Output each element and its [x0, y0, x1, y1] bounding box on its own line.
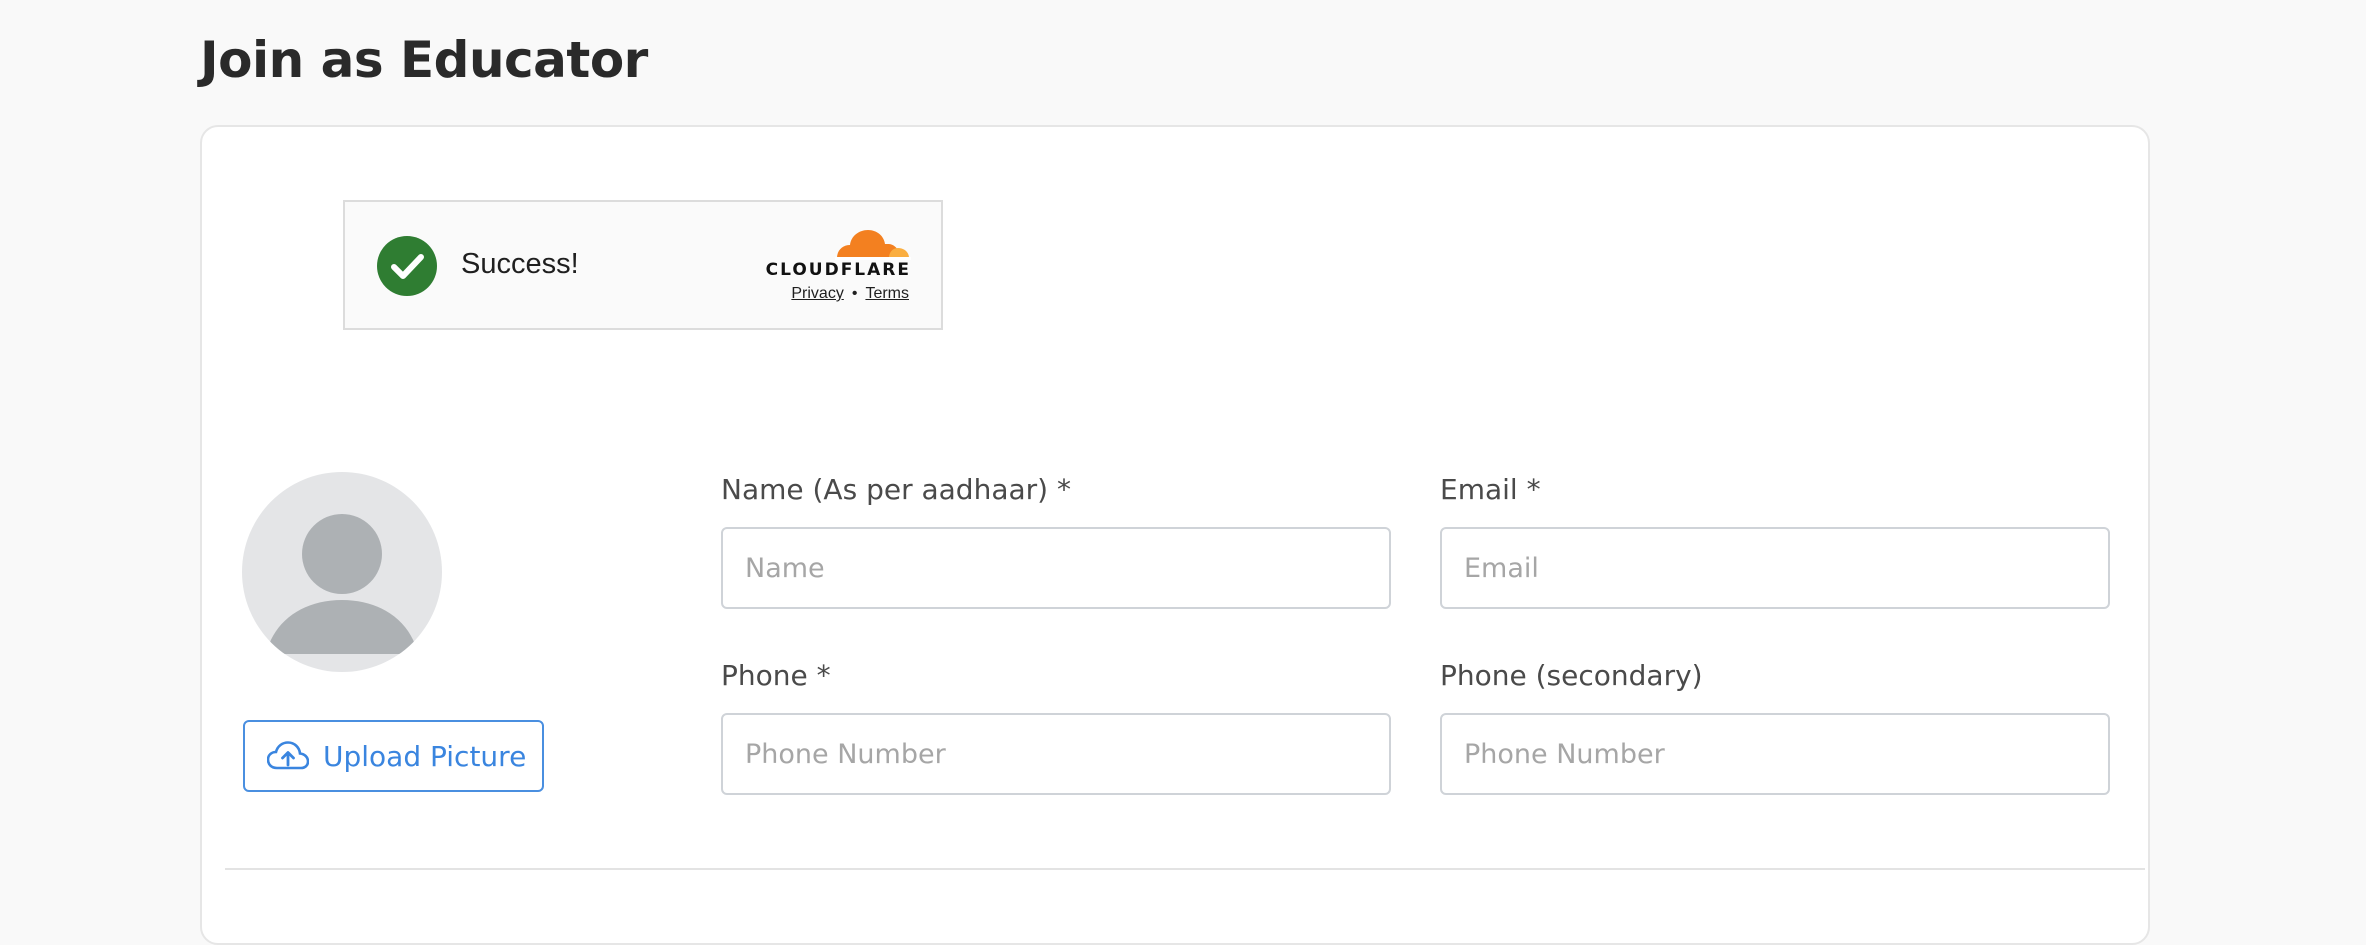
cloudflare-wordmark: CLOUDFLARE — [765, 260, 911, 280]
name-input[interactable] — [721, 527, 1391, 609]
captcha-widget[interactable]: Success! CLOUDFLARE Privacy • Terms — [343, 200, 943, 330]
phone-input[interactable] — [721, 713, 1391, 795]
privacy-link[interactable]: Privacy — [791, 285, 843, 302]
section-divider — [225, 868, 2145, 870]
page-title: Join as Educator — [200, 31, 648, 89]
email-input[interactable] — [1440, 527, 2110, 609]
captcha-links: Privacy • Terms — [791, 285, 909, 303]
upload-picture-button[interactable]: Upload Picture — [243, 720, 544, 792]
cloud-upload-icon — [267, 741, 309, 770]
checkmark-circle-icon — [377, 236, 437, 296]
email-label: Email * — [1440, 473, 1541, 506]
user-placeholder-icon — [266, 514, 418, 654]
avatar — [242, 472, 442, 672]
name-label: Name (As per aadhaar) * — [721, 473, 1071, 506]
educator-form-card: Success! CLOUDFLARE Privacy • Terms Upload… — [200, 125, 2150, 945]
terms-link[interactable]: Terms — [865, 285, 909, 302]
link-separator: • — [851, 285, 858, 302]
phone-secondary-input[interactable] — [1440, 713, 2110, 795]
phone-label: Phone * — [721, 659, 831, 692]
captcha-status: Success! — [461, 248, 579, 280]
cloudflare-logo — [835, 230, 911, 260]
upload-picture-label: Upload Picture — [323, 739, 527, 773]
phone-secondary-label: Phone (secondary) — [1440, 659, 1703, 692]
